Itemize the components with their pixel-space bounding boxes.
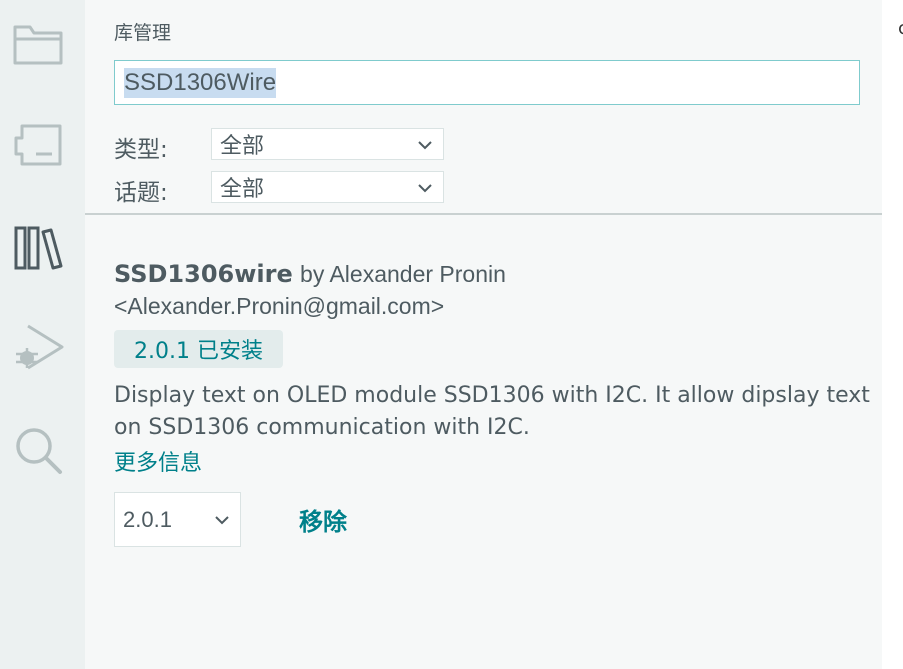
board-icon[interactable] [10, 118, 66, 174]
library-description: Display text on OLED module SSD1306 with… [114, 383, 870, 440]
topic-filter-select[interactable]: 全部 [211, 171, 444, 203]
more-info-link[interactable]: 更多信息 [114, 445, 202, 477]
folder-icon[interactable] [10, 17, 66, 73]
debug-icon[interactable] [10, 320, 66, 376]
library-manager-panel: 库管理 SSD1306Wire 类型: 全部 话题: 全部 SSD1306wir… [85, 0, 882, 669]
library-header: SSD1306wire by Alexander Pronin [114, 260, 506, 288]
panel-title: 库管理 [114, 22, 172, 44]
search-input[interactable]: SSD1306Wire [114, 60, 860, 105]
chevron-down-icon [418, 184, 432, 193]
type-filter-value: 全部 [220, 134, 265, 159]
divider [85, 213, 882, 215]
library-icon[interactable] [10, 220, 66, 276]
type-filter-select[interactable]: 全部 [211, 128, 444, 160]
search-icon[interactable] [10, 422, 66, 478]
library-email: <Alexander.Pronin@gmail.com> [114, 293, 445, 319]
topic-filter-label: 话题: [114, 180, 168, 206]
chevron-down-icon [215, 516, 229, 525]
library-name: SSD1306wire [114, 260, 293, 288]
activity-bar [0, 0, 85, 669]
search-input-value: SSD1306Wire [124, 67, 277, 98]
remove-button[interactable]: 移除 [299, 502, 347, 537]
library-author: by Alexander Pronin [300, 261, 506, 287]
version-select[interactable]: 2.0.1 [114, 492, 241, 547]
installed-badge: 2.0.1 已安装 [114, 330, 283, 368]
version-select-value: 2.0.1 [123, 506, 172, 532]
editor-edge-text: c [898, 18, 903, 39]
chevron-down-icon [418, 141, 432, 150]
topic-filter-value: 全部 [220, 177, 265, 202]
type-filter-label: 类型: [114, 137, 168, 163]
editor-edge: c [882, 0, 903, 669]
